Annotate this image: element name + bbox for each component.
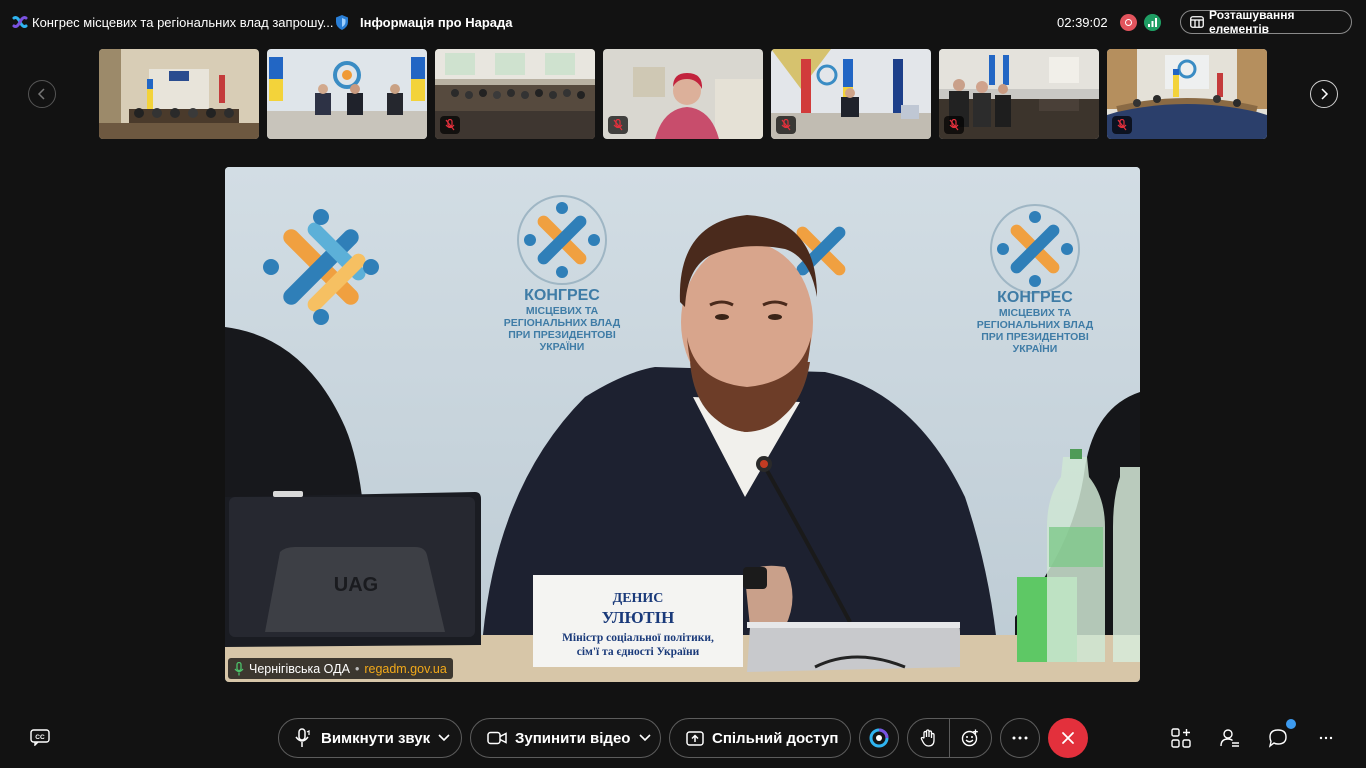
- participant-thumbnail[interactable]: [435, 49, 595, 139]
- participant-name: Чернігівська ОДА: [249, 661, 350, 676]
- more-icon: [1012, 736, 1028, 740]
- emoji-icon: [962, 729, 979, 747]
- recording-icon[interactable]: [1120, 14, 1137, 31]
- ai-assistant-icon: [869, 728, 889, 748]
- muted-mic-icon: [776, 116, 796, 134]
- closed-captions-icon[interactable]: CC: [30, 729, 50, 746]
- svg-text:КОНГРЕС: КОНГРЕС: [997, 289, 1073, 306]
- more-icon: [1319, 736, 1333, 740]
- microphone-icon: [295, 728, 310, 747]
- participant-thumbnail[interactable]: [99, 49, 259, 139]
- chevron-down-icon[interactable]: [639, 734, 652, 742]
- muted-mic-icon: [944, 116, 964, 134]
- nameplate-last-name: УЛЮТІН: [602, 608, 675, 627]
- filmstrip-prev-button[interactable]: [28, 80, 56, 108]
- meeting-title[interactable]: Конгрес місцевих та регіональних влад за…: [32, 15, 334, 30]
- participants-button[interactable]: [1219, 727, 1241, 749]
- layout-button-label: Розташування елементів: [1209, 8, 1295, 36]
- active-speaker-video[interactable]: КОНГРЕС МІСЦЕВИХ ТА РЕГІОНАЛЬНИХ ВЛАД ПР…: [225, 167, 1140, 682]
- participant-thumbnail[interactable]: [771, 49, 931, 139]
- svg-text:УКРАЇНИ: УКРАЇНИ: [1013, 342, 1058, 355]
- mute-button[interactable]: Вимкнути звук: [278, 718, 462, 758]
- chat-button[interactable]: [1267, 727, 1289, 749]
- laptop: UAG: [225, 491, 481, 647]
- microphone-base: [747, 622, 960, 672]
- participant-thumbnail[interactable]: [267, 49, 427, 139]
- svg-text:ПРИ ПРЕЗИДЕНТОВІ: ПРИ ПРЕЗИДЕНТОВІ: [508, 329, 616, 341]
- muted-mic-icon: [1112, 116, 1132, 134]
- leave-meeting-button[interactable]: [1048, 718, 1088, 758]
- more-panels-button[interactable]: [1315, 727, 1337, 749]
- microphone-icon: [234, 661, 244, 675]
- laptop-brand: UAG: [334, 574, 378, 596]
- muted-mic-icon: [440, 116, 460, 134]
- close-icon: [1062, 732, 1074, 744]
- shield-icon[interactable]: [334, 14, 350, 31]
- chevron-down-icon[interactable]: [438, 734, 450, 742]
- stop-video-button[interactable]: Зупинити відео: [470, 718, 661, 758]
- share-screen-icon: [686, 730, 704, 746]
- raise-hand-button[interactable]: [908, 719, 950, 757]
- apps-icon: [1171, 728, 1191, 748]
- video-camera-icon: [487, 731, 507, 745]
- network-health-icon[interactable]: [1144, 14, 1161, 31]
- more-options-button[interactable]: [1000, 718, 1040, 758]
- video-frame: КОНГРЕС МІСЦЕВИХ ТА РЕГІОНАЛЬНИХ ВЛАД ПР…: [225, 167, 1140, 682]
- reactions-button[interactable]: [950, 719, 992, 757]
- svg-text:МІСЦЕВИХ ТА: МІСЦЕВИХ ТА: [999, 307, 1072, 319]
- source-url: regadm.gov.ua: [364, 661, 447, 676]
- participant-thumbnail[interactable]: [603, 49, 763, 139]
- participant-thumbnail[interactable]: [1107, 49, 1267, 139]
- chat-icon: [1268, 729, 1287, 748]
- svg-text:РЕГІОНАЛЬНИХ ВЛАД: РЕГІОНАЛЬНИХ ВЛАД: [504, 317, 621, 329]
- stop-video-button-label: Зупинити відео: [515, 729, 631, 747]
- svg-text:CC: CC: [35, 734, 45, 741]
- share-button[interactable]: Спільний доступ: [669, 718, 851, 758]
- participant-thumbnail[interactable]: [939, 49, 1099, 139]
- raise-hand-icon: [920, 729, 935, 747]
- share-button-label: Спільний доступ: [712, 729, 839, 747]
- meeting-info-link[interactable]: Інформація про Нарада: [360, 15, 512, 30]
- meeting-timer: 02:39:02: [1057, 15, 1108, 30]
- nameplate-position-2: сім'ї та єдності України: [577, 646, 700, 658]
- nameplate: ДЕНИС УЛЮТІН Міністр соціальної політики…: [533, 575, 743, 667]
- chevron-right-icon: [1321, 88, 1329, 100]
- mute-button-label: Вимкнути звук: [321, 729, 431, 747]
- webex-logo-icon: [12, 16, 28, 28]
- svg-text:УКРАЇНИ: УКРАЇНИ: [540, 340, 585, 353]
- top-bar: Конгрес місцевих та регіональних влад за…: [0, 0, 1366, 44]
- reactions-group: [907, 718, 992, 758]
- video-frame: [99, 49, 259, 139]
- chevron-left-icon: [37, 88, 45, 100]
- filmstrip-next-button[interactable]: [1310, 80, 1338, 108]
- svg-text:МІСЦЕВИХ ТА: МІСЦЕВИХ ТА: [526, 305, 599, 317]
- participant-name-tag: Чернігівська ОДА • regadm.gov.ua: [228, 658, 453, 679]
- apps-button[interactable]: [1170, 727, 1192, 749]
- video-frame: [267, 49, 427, 139]
- layout-icon: [1190, 16, 1204, 28]
- nameplate-position-1: Міністр соціальної політики,: [562, 632, 714, 644]
- layout-button[interactable]: Розташування елементів: [1180, 8, 1352, 36]
- participants-icon: [1220, 729, 1239, 747]
- nameplate-first-name: ДЕНИС: [613, 591, 664, 606]
- muted-mic-icon: [608, 116, 628, 134]
- backdrop-title: КОНГРЕС: [524, 287, 600, 304]
- name-tag-separator: •: [354, 661, 360, 676]
- svg-text:РЕГІОНАЛЬНИХ ВЛАД: РЕГІОНАЛЬНИХ ВЛАД: [977, 319, 1094, 331]
- ai-assistant-button[interactable]: [859, 718, 899, 758]
- chat-notification-badge: [1286, 719, 1296, 729]
- svg-text:ПРИ ПРЕЗИДЕНТОВІ: ПРИ ПРЕЗИДЕНТОВІ: [981, 331, 1089, 343]
